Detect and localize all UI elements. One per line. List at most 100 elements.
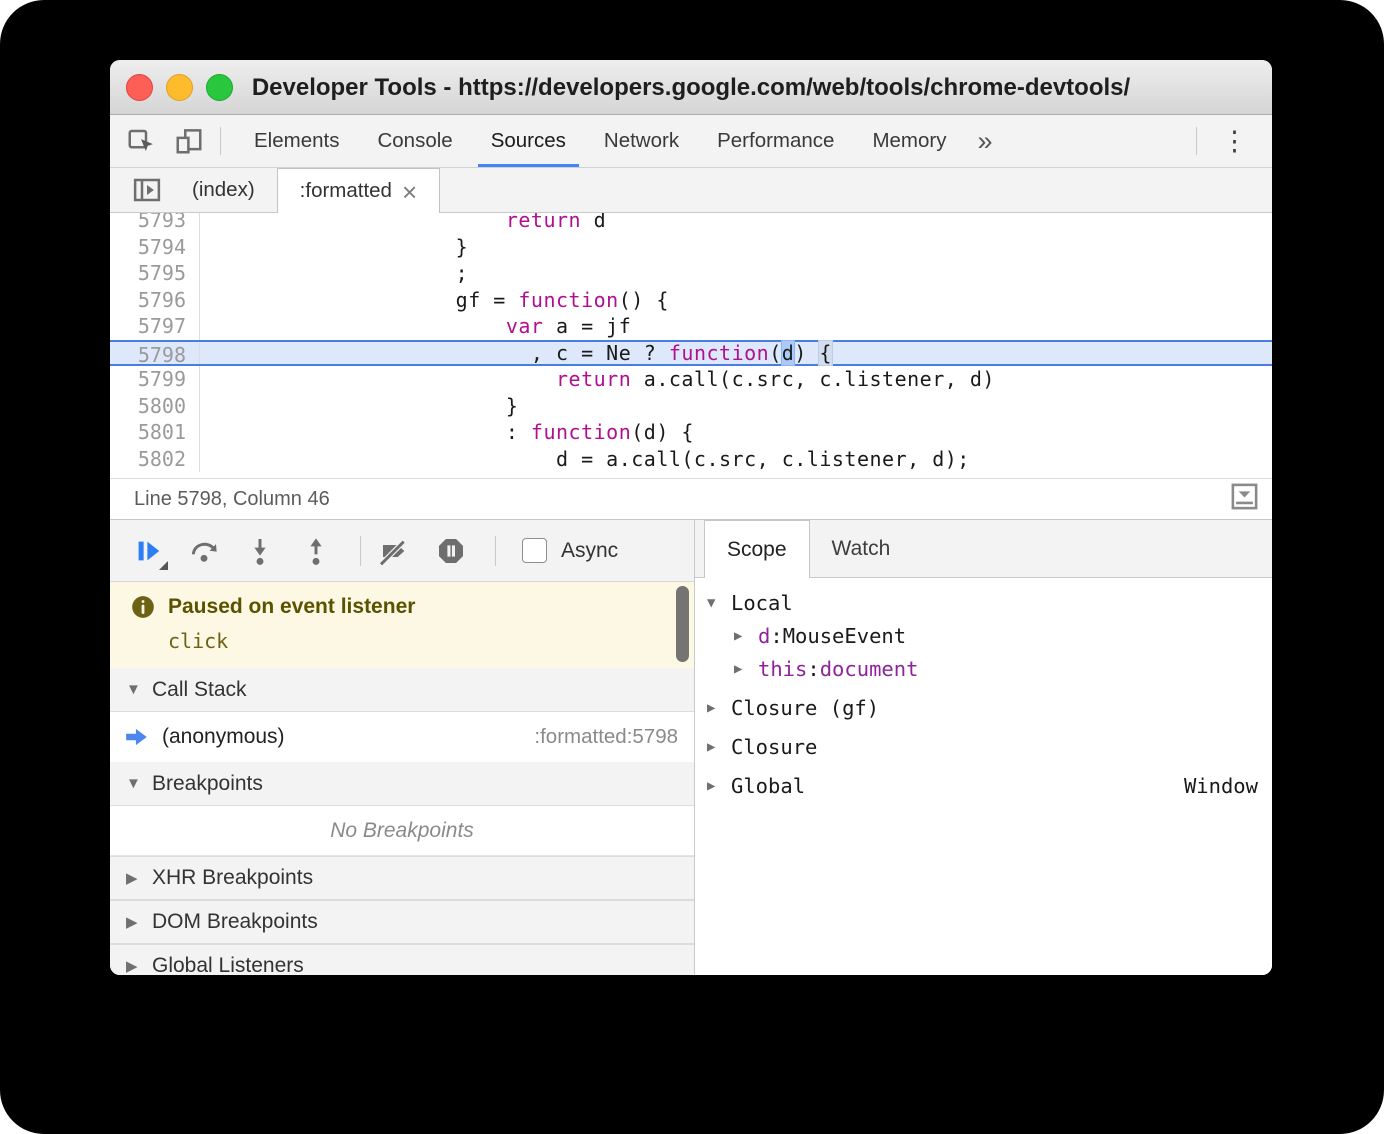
call-stack-title: Call Stack xyxy=(152,677,247,701)
line-number[interactable]: 5802 xyxy=(110,445,200,472)
tab-memory[interactable]: Memory xyxy=(853,115,965,167)
scope-row-4[interactable]: ▶ Closure xyxy=(695,730,1272,763)
tab-scope[interactable]: Scope xyxy=(704,520,810,578)
tab-watch[interactable]: Watch xyxy=(810,520,913,577)
section-global-listeners[interactable]: ▶ Global Listeners xyxy=(110,944,694,975)
code-line-5796: 5796 gf = function() { xyxy=(110,286,1272,313)
debugger-sidebar: Async Paused on event listener click ▼ C… xyxy=(110,520,695,975)
line-number[interactable]: 5799 xyxy=(110,366,200,393)
cursor-position: Line 5798, Column 46 xyxy=(134,487,330,510)
toggle-drawer-icon[interactable] xyxy=(1229,481,1260,518)
section-xhr-breakpoints[interactable]: ▶ XHR Breakpoints xyxy=(110,856,694,900)
code-lines: 5793 return d 5794 } 5795 ; 5796 gf = funct… xyxy=(110,213,1272,472)
inspect-element-icon[interactable] xyxy=(124,124,158,158)
device-toolbar-icon[interactable] xyxy=(172,124,206,158)
devtools-window: Developer Tools - https://developers.goo… xyxy=(110,60,1272,975)
code-line-5799: 5799 return a.call(c.src, c.listener, d) xyxy=(110,366,1272,393)
deactivate-breakpoints-icon[interactable] xyxy=(377,533,413,569)
close-icon[interactable]: × xyxy=(402,179,417,205)
disclosure-triangle-icon: ▼ xyxy=(126,775,141,792)
disclosure-triangle-icon[interactable]: ▼ xyxy=(707,595,731,611)
scope-tabstrip: Scope Watch xyxy=(695,520,1272,578)
scrollbar-thumb[interactable] xyxy=(676,586,689,662)
code-line-5793: 5793 return d xyxy=(110,213,1272,234)
debugger-toolbar-divider xyxy=(360,535,361,566)
paused-event-name: click xyxy=(168,629,229,653)
line-number[interactable]: 5798 xyxy=(110,341,200,367)
main-toolbar: Elements Console Sources Network Performance… xyxy=(110,115,1272,168)
code-line-5798: 5798 , c = Ne ? function(d) { xyxy=(110,339,1272,367)
title-bar: Developer Tools - https://developers.goo… xyxy=(110,60,1272,115)
line-number[interactable]: 5797 xyxy=(110,313,200,340)
code-editor[interactable]: 5793 return d 5794 } 5795 ; 5796 gf = funct… xyxy=(110,213,1272,478)
no-breakpoints-message: No Breakpoints xyxy=(110,806,694,856)
line-number[interactable]: 5794 xyxy=(110,233,200,260)
tab-console[interactable]: Console xyxy=(358,115,471,167)
line-number[interactable]: 5801 xyxy=(110,419,200,446)
tab-elements[interactable]: Elements xyxy=(235,115,358,167)
file-tab-index[interactable]: (index) xyxy=(170,168,277,212)
code-line-5795: 5795 ; xyxy=(110,260,1272,287)
stack-frame[interactable]: (anonymous):formatted:5798 xyxy=(110,712,694,762)
frame-location: :formatted:5798 xyxy=(534,725,678,748)
line-number[interactable]: 5795 xyxy=(110,260,200,287)
disclosure-triangle-icon: ▼ xyxy=(126,681,141,698)
call-stack-frames: (anonymous):formatted:5798 xyxy=(110,712,694,762)
toolbar-divider xyxy=(220,127,221,155)
paused-reason: Paused on event listener xyxy=(168,595,416,618)
code-line-5794: 5794 } xyxy=(110,233,1272,260)
scope-value: Window xyxy=(1183,773,1258,798)
file-tab-bar: (index) :formatted × xyxy=(110,168,1272,213)
disclosure-triangle-icon[interactable]: ▶ xyxy=(734,661,758,677)
paused-message: Paused on event listener click xyxy=(110,582,694,668)
debugger-toolbar: Async xyxy=(110,520,694,582)
line-number[interactable]: 5793 xyxy=(110,213,200,234)
line-number[interactable]: 5796 xyxy=(110,286,200,313)
line-number[interactable]: 5800 xyxy=(110,392,200,419)
scope-row-0[interactable]: ▼ Local xyxy=(695,586,1272,619)
window-title: Developer Tools - https://developers.goo… xyxy=(251,74,1131,101)
file-tab-formatted[interactable]: :formatted × xyxy=(276,168,441,213)
toolbar-divider-right xyxy=(1196,127,1197,155)
breakpoints-header[interactable]: ▼ Breakpoints xyxy=(110,762,694,806)
call-stack-header[interactable]: ▼ Call Stack xyxy=(110,668,694,712)
step-over-icon[interactable] xyxy=(186,533,222,569)
async-checkbox[interactable] xyxy=(522,538,547,563)
step-into-icon[interactable] xyxy=(242,533,278,569)
scope-row-1[interactable]: ▶ d: MouseEvent xyxy=(695,619,1272,652)
async-control: Async xyxy=(522,538,618,563)
file-tab-label: :formatted xyxy=(299,179,392,202)
code-line-5800: 5800 } xyxy=(110,392,1272,419)
disclosure-triangle-icon: ▶ xyxy=(126,914,138,931)
main-menu-icon[interactable]: ⋮ xyxy=(1211,126,1258,157)
tab-performance[interactable]: Performance xyxy=(698,115,853,167)
scope-panel: Scope Watch ▼ Local ▶ d: MouseEvent ▶ this: do… xyxy=(695,520,1272,975)
disclosure-triangle-icon: ▶ xyxy=(126,958,138,975)
editor-status-bar: Line 5798, Column 46 xyxy=(110,478,1272,520)
disclosure-triangle-icon[interactable]: ▶ xyxy=(734,628,758,644)
code-line-5801: 5801 : function(d) { xyxy=(110,419,1272,446)
step-out-icon[interactable] xyxy=(298,533,334,569)
resume-dropdown-icon xyxy=(159,560,168,570)
file-tabs: (index) :formatted × xyxy=(170,168,441,213)
resume-script-icon[interactable] xyxy=(130,533,168,570)
navigator-toggle-icon[interactable] xyxy=(124,168,170,212)
async-label: Async xyxy=(561,538,619,562)
disclosure-triangle-icon[interactable]: ▶ xyxy=(707,700,731,716)
scope-tree: ▼ Local ▶ d: MouseEvent ▶ this: document ▶ Clos… xyxy=(695,578,1272,975)
panel-tabs: Elements Console Sources Network Performance… xyxy=(235,115,966,167)
more-tabs-icon[interactable]: » xyxy=(966,126,1005,157)
disclosure-triangle-icon: ▶ xyxy=(126,870,138,887)
scope-row-5[interactable]: ▶ Global Window xyxy=(695,769,1272,802)
scope-row-3[interactable]: ▶ Closure (gf) xyxy=(695,691,1272,724)
pause-on-exceptions-icon[interactable] xyxy=(433,533,469,569)
tab-network[interactable]: Network xyxy=(585,115,698,167)
scope-row-2[interactable]: ▶ this: document xyxy=(695,652,1272,685)
breakpoints-title: Breakpoints xyxy=(152,771,263,795)
section-dom-breakpoints[interactable]: ▶ DOM Breakpoints xyxy=(110,900,694,944)
tab-sources[interactable]: Sources xyxy=(472,115,585,167)
disclosure-triangle-icon[interactable]: ▶ xyxy=(707,778,731,794)
disclosure-triangle-icon[interactable]: ▶ xyxy=(707,739,731,755)
screenshot-canvas: Developer Tools - https://developers.goo… xyxy=(0,0,1384,1134)
code-line-5797: 5797 var a = jf xyxy=(110,313,1272,340)
